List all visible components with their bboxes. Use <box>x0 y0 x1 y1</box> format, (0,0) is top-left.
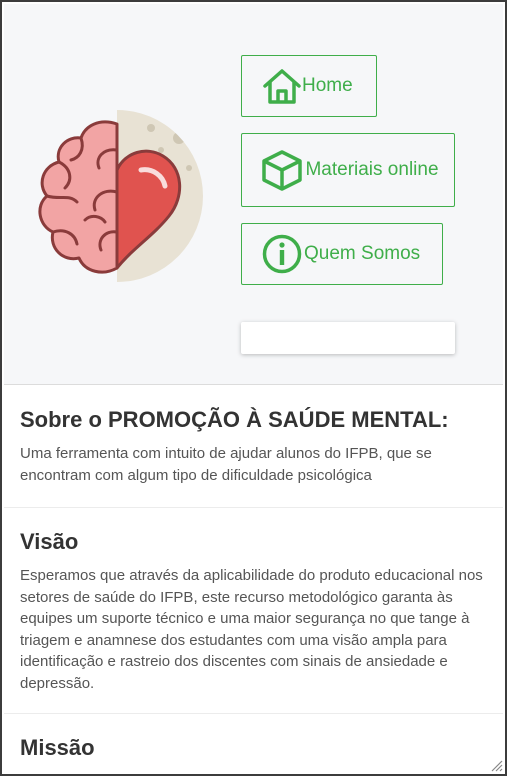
home-label: Home <box>302 75 353 96</box>
vision-text: Esperamos que através da aplicabilidade … <box>20 567 483 692</box>
quem-somos-button[interactable]: Quem Somos <box>241 223 443 285</box>
materiais-online-button[interactable]: Materiais online <box>241 133 455 207</box>
resize-grip-icon[interactable] <box>489 758 503 772</box>
mission-title: Missão <box>20 735 95 760</box>
vision-title: Visão <box>20 529 79 554</box>
info-icon <box>262 234 302 274</box>
cube-icon <box>260 149 304 191</box>
about-section: Sobre o PROMOÇÃO À SAÚDE MENTAL: Uma fer… <box>4 386 503 508</box>
about-title: Sobre o PROMOÇÃO À SAÚDE MENTAL: <box>20 407 449 432</box>
hero-banner: Home Materiais online Quem Somos <box>4 4 503 385</box>
brain-heart-logo <box>38 110 203 282</box>
mission-section: Missão <box>4 714 503 774</box>
home-icon <box>262 67 302 105</box>
about-text: Uma ferramenta com intuito de ajudar alu… <box>20 445 432 484</box>
quem-somos-label: Quem Somos <box>304 243 421 264</box>
materiais-online-label: Materiais online <box>305 159 439 180</box>
vision-section: Visão Esperamos que através da aplicabil… <box>4 508 503 714</box>
app-window: Home Materiais online Quem Somos Sobre o… <box>0 0 507 776</box>
home-button[interactable]: Home <box>241 55 377 117</box>
search-input[interactable] <box>241 322 455 354</box>
